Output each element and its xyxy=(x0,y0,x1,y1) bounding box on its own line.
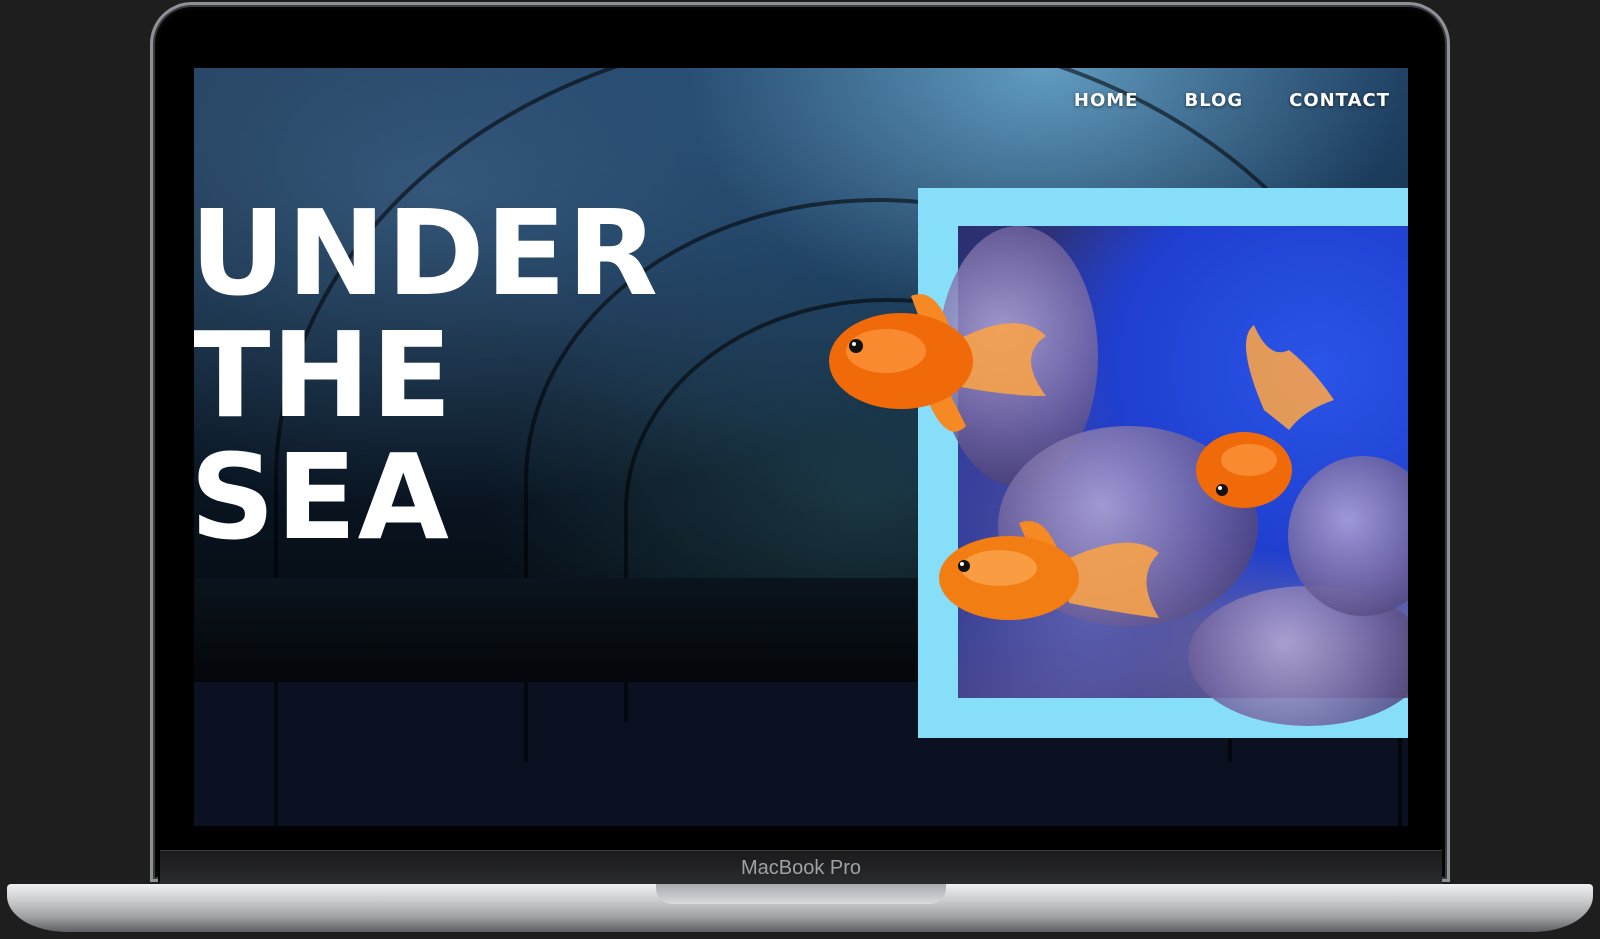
goldfish-image xyxy=(1196,325,1334,508)
hero-title-line: SEA xyxy=(194,428,450,566)
laptop-opening-notch xyxy=(656,884,946,904)
website-viewport: HOME BLOG CONTACT UNDER THE SEA xyxy=(194,68,1408,826)
nav-home-link[interactable]: HOME xyxy=(1074,90,1139,111)
nav-contact-link[interactable]: CONTACT xyxy=(1289,90,1390,111)
hero-title: UNDER THE SEA xyxy=(194,192,659,558)
goldfish-image xyxy=(939,521,1159,620)
laptop-chin: MacBook Pro xyxy=(160,850,1442,885)
device-label: MacBook Pro xyxy=(740,857,862,879)
hero-title-line: THE xyxy=(194,306,453,444)
hero-title-line: UNDER xyxy=(194,184,659,322)
nav-blog-link[interactable]: BLOG xyxy=(1184,90,1243,111)
top-navigation: HOME BLOG CONTACT xyxy=(1074,90,1390,111)
goldfish-image xyxy=(829,294,1046,432)
